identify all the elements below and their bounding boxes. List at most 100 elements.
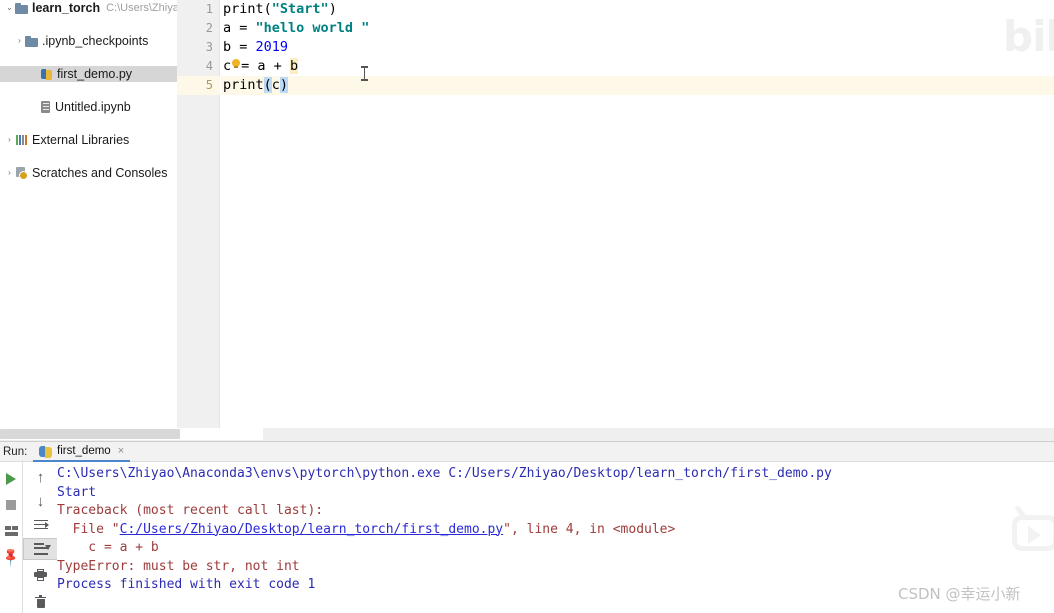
chevron-right-icon[interactable]: ›: [14, 33, 25, 49]
pin-icon: 📌: [0, 545, 22, 568]
code-line-1[interactable]: print("Start"): [221, 0, 1054, 19]
token-variable: b: [223, 39, 232, 55]
notebook-file-icon: [40, 100, 51, 114]
layout-icon: [4, 525, 18, 537]
token-function: print: [223, 77, 264, 93]
token-variable-highlighted: b: [289, 58, 299, 74]
run-toolbar-primary: 📌: [0, 462, 22, 613]
console-line-file-ref: File "C:/Users/Zhiyao/Desktop/learn_torc…: [57, 521, 1054, 540]
sidebar-item-first-demo-py[interactable]: first_demo.py: [0, 66, 177, 82]
editor-console-splitter[interactable]: [0, 428, 1054, 442]
sidebar-item-label: Scratches and Consoles: [32, 166, 168, 180]
printer-icon: [34, 569, 47, 581]
clear-all-button[interactable]: [23, 590, 58, 612]
sidebar-item-label: Untitled.ipynb: [55, 100, 131, 114]
horizontal-scrollbar-track[interactable]: [0, 428, 263, 440]
arrow-up-icon: ↑: [36, 468, 45, 486]
scroll-to-end-button[interactable]: [23, 538, 58, 560]
console-line-traceback-header: Traceback (most recent call last):: [57, 503, 324, 518]
chevron-right-icon[interactable]: ›: [4, 165, 15, 181]
console-line-command: C:\Users\Zhiyao\Anaconda3\envs\pytorch\p…: [57, 466, 832, 481]
sidebar-item-label: learn_torch: [32, 1, 101, 15]
line-number: 2: [205, 21, 213, 35]
close-icon[interactable]: ×: [118, 445, 124, 457]
lightbulb-intention-icon[interactable]: [231, 59, 241, 72]
play-triangle-icon: [6, 473, 16, 485]
run-tab-label: first_demo: [57, 445, 111, 457]
libraries-icon: [15, 134, 28, 146]
console-line-exit-code: Process finished with exit code 1: [57, 577, 316, 592]
soft-wrap-button[interactable]: [23, 514, 58, 536]
pycharm-window: ⌄ learn_torch C:\Users\Zhiyao\Des › .ipy…: [0, 0, 1054, 613]
line-number: 3: [205, 40, 213, 54]
stop-square-icon: [6, 500, 16, 510]
folder-icon: [25, 35, 38, 47]
token-function: print: [223, 1, 264, 17]
project-tree-panel: ⌄ learn_torch C:\Users\Zhiyao\Des › .ipy…: [0, 0, 177, 428]
sidebar-item-learn-torch[interactable]: ⌄ learn_torch C:\Users\Zhiyao\Des: [0, 0, 177, 16]
token-operator: =: [231, 20, 256, 36]
down-the-stack-trace-button[interactable]: ↓: [23, 490, 58, 512]
code-line-2[interactable]: a = "hello world ": [221, 19, 1054, 38]
token-string: "Start": [271, 1, 329, 17]
horizontal-scrollbar-thumb[interactable]: [0, 429, 180, 439]
project-path-hint: C:\Users\Zhiyao\Des: [106, 2, 177, 14]
file-path-link[interactable]: C:/Users/Zhiyao/Desktop/learn_torch/firs…: [120, 522, 504, 537]
run-tab-bar: Run: first_demo ×: [0, 442, 1054, 462]
print-button[interactable]: [23, 564, 58, 586]
sidebar-item-external-libraries[interactable]: › External Libraries: [0, 132, 177, 148]
sidebar-item-ipynb-checkpoints[interactable]: › .ipynb_checkpoints: [0, 33, 177, 49]
token-operator: =: [231, 39, 256, 55]
token-paren: ): [328, 1, 337, 17]
token-operator: +: [265, 58, 290, 74]
console-line-error: TypeError: must be str, not int: [57, 558, 300, 574]
code-editor[interactable]: 1 2 3 4 5 print("Start") a = "hello worl…: [177, 0, 1054, 428]
sidebar-item-untitled-ipynb[interactable]: Untitled.ipynb: [0, 99, 177, 115]
scratches-icon: [15, 167, 28, 180]
token-variable: c: [223, 58, 232, 74]
sidebar-item-label: .ipynb_checkpoints: [42, 34, 149, 48]
line-number: 4: [205, 59, 213, 73]
line-number: 1: [205, 2, 213, 16]
code-text-area[interactable]: print("Start") a = "hello world " b = 20…: [221, 0, 1054, 428]
editor-gutter[interactable]: 1 2 3 4 5: [177, 0, 220, 428]
console-line-output: Start: [57, 484, 97, 500]
token-variable: a: [257, 58, 266, 74]
token-number: 2019: [255, 39, 289, 55]
scroll-to-end-icon: [33, 543, 51, 555]
chevron-right-icon[interactable]: ›: [4, 132, 15, 148]
python-file-icon: [40, 68, 53, 81]
token-paren-matched: (: [263, 77, 272, 93]
layout-settings-button[interactable]: [0, 520, 22, 542]
run-toolbar-secondary: ↑ ↓: [22, 462, 58, 613]
console-line-source: c = a + b: [57, 540, 159, 555]
token-string: "hello world ": [255, 20, 370, 36]
soft-wrap-icon: [33, 519, 49, 531]
python-run-config-icon: [39, 445, 52, 458]
run-tab-first-demo[interactable]: first_demo ×: [33, 442, 131, 462]
up-the-stack-trace-button[interactable]: ↑: [23, 466, 58, 488]
folder-icon: [15, 2, 28, 14]
code-line-5[interactable]: print(c): [221, 76, 1054, 95]
console-output[interactable]: C:\Users\Zhiyao\Anaconda3\envs\pytorch\p…: [57, 462, 1054, 613]
chevron-down-icon[interactable]: ⌄: [4, 0, 15, 16]
arrow-down-icon: ↓: [36, 492, 45, 510]
token-operator: =: [241, 58, 258, 74]
run-window-label: Run:: [3, 446, 28, 458]
code-line-4[interactable]: c = a + b: [221, 57, 1054, 76]
token-paren-matched: ): [279, 77, 289, 93]
sidebar-item-label: first_demo.py: [57, 67, 133, 81]
code-line-3[interactable]: b = 2019: [221, 38, 1054, 57]
sidebar-item-scratches-and-consoles[interactable]: › Scratches and Consoles: [0, 165, 177, 181]
trash-icon: [35, 594, 46, 608]
file-ref-suffix: ", line 4, in <module>: [503, 521, 676, 537]
pin-tab-button[interactable]: 📌: [0, 546, 22, 568]
token-variable: c: [271, 77, 280, 93]
rerun-button[interactable]: [0, 468, 22, 490]
file-ref-prefix: File ": [57, 521, 120, 537]
run-tool-window: Run: first_demo × 📌 ↑ ↓ C:\Users\Zhiyao\…: [0, 442, 1054, 613]
token-paren: (: [263, 1, 272, 17]
stop-button[interactable]: [0, 494, 22, 516]
line-number: 5: [177, 76, 220, 95]
sidebar-item-label: External Libraries: [32, 133, 130, 147]
